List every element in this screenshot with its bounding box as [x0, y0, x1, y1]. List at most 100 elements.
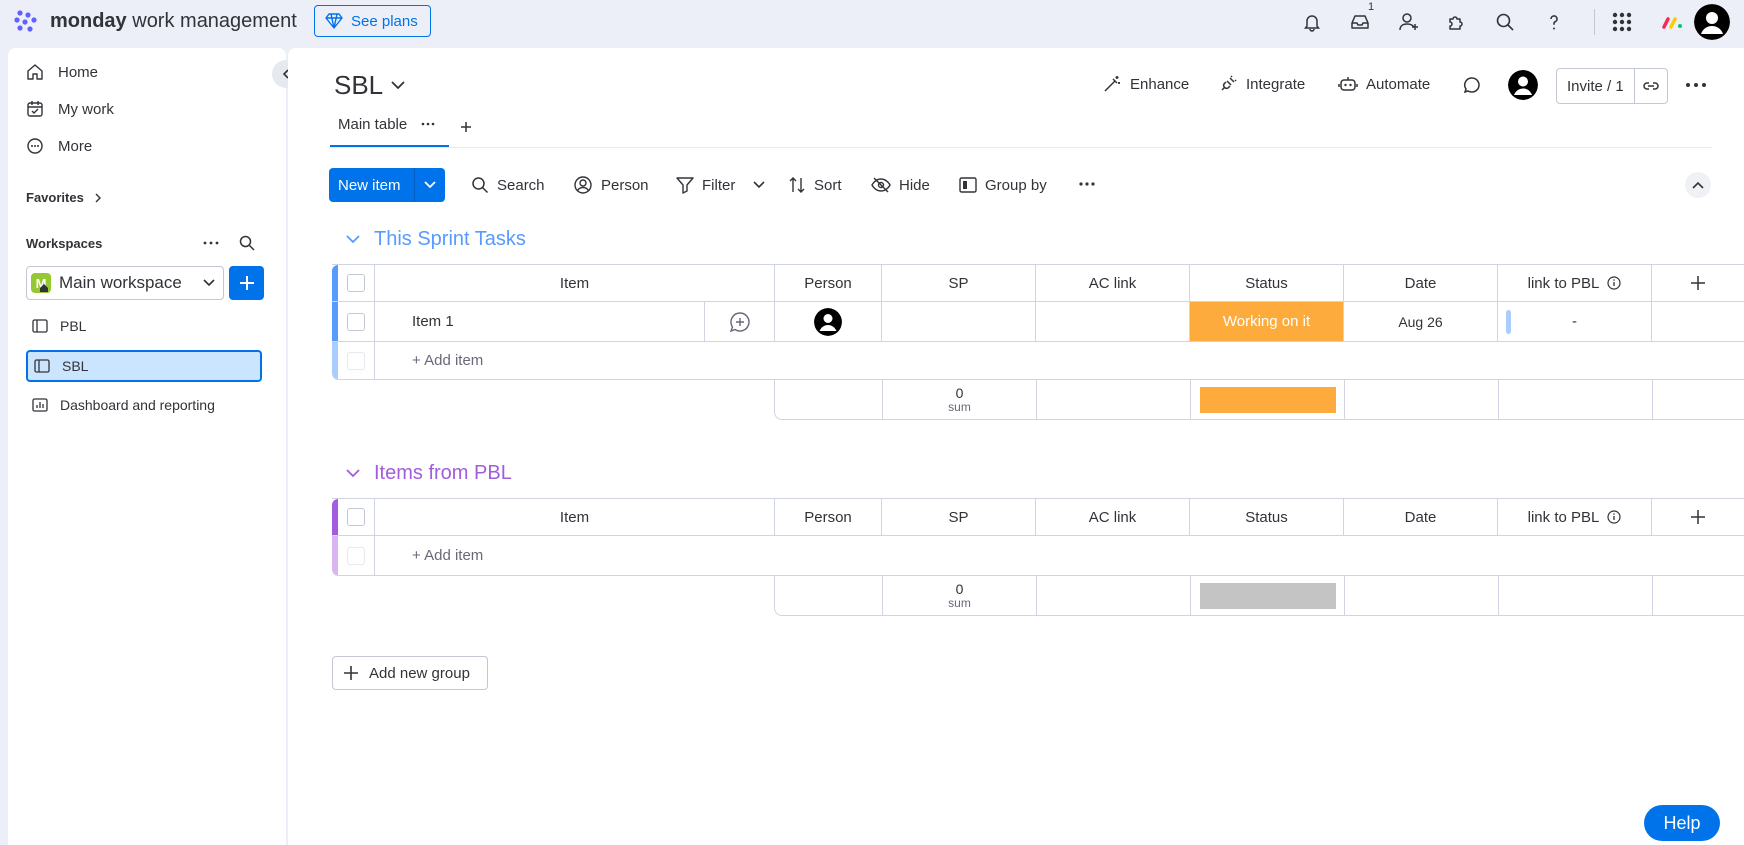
automate-button[interactable]: Automate — [1338, 74, 1430, 94]
column-header-date[interactable]: Date — [1343, 265, 1497, 301]
sidebar-item-pbl[interactable]: PBL — [26, 310, 262, 342]
sidebar-item-my-work[interactable]: My work — [26, 94, 114, 124]
add-update-icon[interactable] — [729, 311, 751, 333]
item-updates-cell[interactable] — [704, 302, 774, 341]
column-label: Person — [804, 508, 852, 526]
new-item-button[interactable]: New item — [329, 168, 445, 202]
status-summary-bar[interactable] — [1199, 386, 1336, 413]
column-header-person[interactable]: Person — [774, 499, 881, 535]
status-summary-bar[interactable] — [1199, 582, 1336, 609]
workspace-selector[interactable]: M Main workspace — [26, 266, 224, 300]
status-summary-cell[interactable] — [1190, 576, 1344, 615]
invite-button[interactable]: Invite / 1 — [1556, 68, 1668, 104]
tab-options-icon[interactable] — [421, 121, 435, 127]
user-avatar[interactable] — [1694, 4, 1730, 40]
plus-icon — [1690, 509, 1706, 525]
column-header-link-to-pbl[interactable]: link to PBL — [1497, 265, 1651, 301]
chevron-up-icon — [1692, 181, 1704, 189]
select-all-checkbox-cell[interactable] — [338, 499, 374, 535]
integrate-button[interactable]: Integrate — [1218, 74, 1305, 94]
copy-link-icon[interactable] — [1635, 80, 1667, 92]
column-header-ac-link[interactable]: AC link — [1035, 265, 1189, 301]
sp-cell[interactable] — [881, 302, 1035, 341]
search-icon[interactable] — [1492, 9, 1518, 35]
enhance-button[interactable]: Enhance — [1102, 74, 1189, 94]
group-title[interactable]: This Sprint Tasks — [374, 228, 526, 251]
tab-main-table[interactable]: Main table — [330, 108, 443, 148]
toolbar-more-icon[interactable] — [1078, 180, 1096, 188]
column-header-ac-link[interactable]: AC link — [1035, 499, 1189, 535]
item-name-cell[interactable]: Item 1 — [374, 302, 704, 341]
group-title[interactable]: Items from PBL — [374, 462, 512, 485]
link-to-pbl-cell[interactable]: - — [1497, 302, 1651, 341]
workspace-options-icon[interactable] — [202, 234, 220, 252]
more-options-icon[interactable] — [1685, 78, 1707, 92]
add-view-icon[interactable] — [460, 121, 472, 133]
comment-bubble-icon[interactable] — [1462, 75, 1482, 95]
column-header-item[interactable]: Item — [374, 499, 774, 535]
dashboard-icon — [32, 398, 48, 412]
sidebar-item-home[interactable]: Home — [26, 57, 98, 87]
add-item-row[interactable]: + Add item — [332, 342, 1744, 380]
filter-button[interactable]: Filter — [676, 172, 765, 198]
column-header-date[interactable]: Date — [1343, 499, 1497, 535]
add-item-row[interactable]: + Add item — [332, 536, 1744, 576]
collapse-header-button[interactable] — [1685, 172, 1711, 198]
chevron-down-icon[interactable] — [753, 181, 765, 189]
select-all-checkbox[interactable] — [347, 274, 365, 292]
column-header-person[interactable]: Person — [774, 265, 881, 301]
column-header-link-to-pbl[interactable]: link to PBL — [1497, 499, 1651, 535]
add-item-input[interactable]: + Add item — [374, 536, 1744, 575]
bell-icon[interactable] — [1299, 9, 1325, 35]
person-filter-button[interactable]: Person — [573, 172, 649, 198]
favorites-header[interactable]: Favorites — [26, 190, 102, 205]
add-column-button[interactable] — [1651, 265, 1744, 301]
group-by-button[interactable]: Group by — [959, 172, 1047, 198]
add-new-group-button[interactable]: Add new group — [332, 656, 488, 690]
add-workspace-item-button[interactable] — [229, 266, 264, 300]
add-column-button[interactable] — [1651, 499, 1744, 535]
board-owner-avatar[interactable] — [1508, 70, 1538, 100]
select-all-checkbox[interactable] — [347, 508, 365, 526]
column-header-status[interactable]: Status — [1189, 499, 1343, 535]
sidebar-item-dashboard[interactable]: Dashboard and reporting — [26, 389, 262, 421]
search-button[interactable]: Search — [471, 172, 545, 198]
group-header-this-sprint-tasks[interactable]: This Sprint Tasks — [346, 228, 526, 251]
item-name[interactable]: Item 1 — [412, 313, 454, 330]
column-header-status[interactable]: Status — [1189, 265, 1343, 301]
info-icon[interactable] — [1607, 276, 1621, 290]
new-item-dropdown[interactable] — [414, 168, 445, 202]
invite-members-icon[interactable] — [1396, 9, 1422, 35]
board-title[interactable]: SBL — [334, 70, 405, 101]
sidebar-item-more[interactable]: More — [26, 131, 92, 161]
apps-puzzle-icon[interactable] — [1444, 9, 1470, 35]
add-item-input[interactable]: + Add item — [374, 342, 1744, 379]
help-button[interactable]: Help — [1644, 805, 1720, 841]
row-checkbox-cell[interactable] — [338, 302, 374, 341]
main-panel — [288, 48, 1744, 845]
monday-logo-icon[interactable] — [10, 6, 42, 38]
select-all-checkbox-cell[interactable] — [338, 265, 374, 301]
plus-icon — [343, 665, 359, 681]
sort-button[interactable]: Sort — [788, 172, 842, 198]
ac-link-cell[interactable] — [1035, 302, 1189, 341]
column-header-sp[interactable]: SP — [881, 499, 1035, 535]
workspace-search-icon[interactable] — [238, 234, 256, 252]
status-summary-cell[interactable] — [1190, 380, 1344, 419]
group-header-items-from-pbl[interactable]: Items from PBL — [346, 462, 512, 485]
date-cell[interactable]: Aug 26 — [1343, 302, 1497, 341]
row-checkbox[interactable] — [347, 312, 365, 331]
column-header-sp[interactable]: SP — [881, 265, 1035, 301]
hide-button[interactable]: Hide — [871, 172, 930, 198]
sidebar-item-sbl[interactable]: SBL — [26, 350, 262, 382]
brand-name: monday work management — [50, 10, 297, 32]
info-icon[interactable] — [1607, 510, 1621, 524]
table-row[interactable]: Item 1 Working on it Aug 26 - — [332, 302, 1744, 342]
apps-grid-icon[interactable] — [1609, 9, 1635, 35]
help-question-icon[interactable] — [1541, 9, 1567, 35]
person-avatar[interactable] — [814, 307, 842, 336]
status-cell[interactable]: Working on it — [1189, 302, 1343, 341]
see-plans-button[interactable]: See plans — [314, 5, 431, 37]
person-cell[interactable] — [774, 302, 881, 341]
column-header-item[interactable]: Item — [374, 265, 774, 301]
